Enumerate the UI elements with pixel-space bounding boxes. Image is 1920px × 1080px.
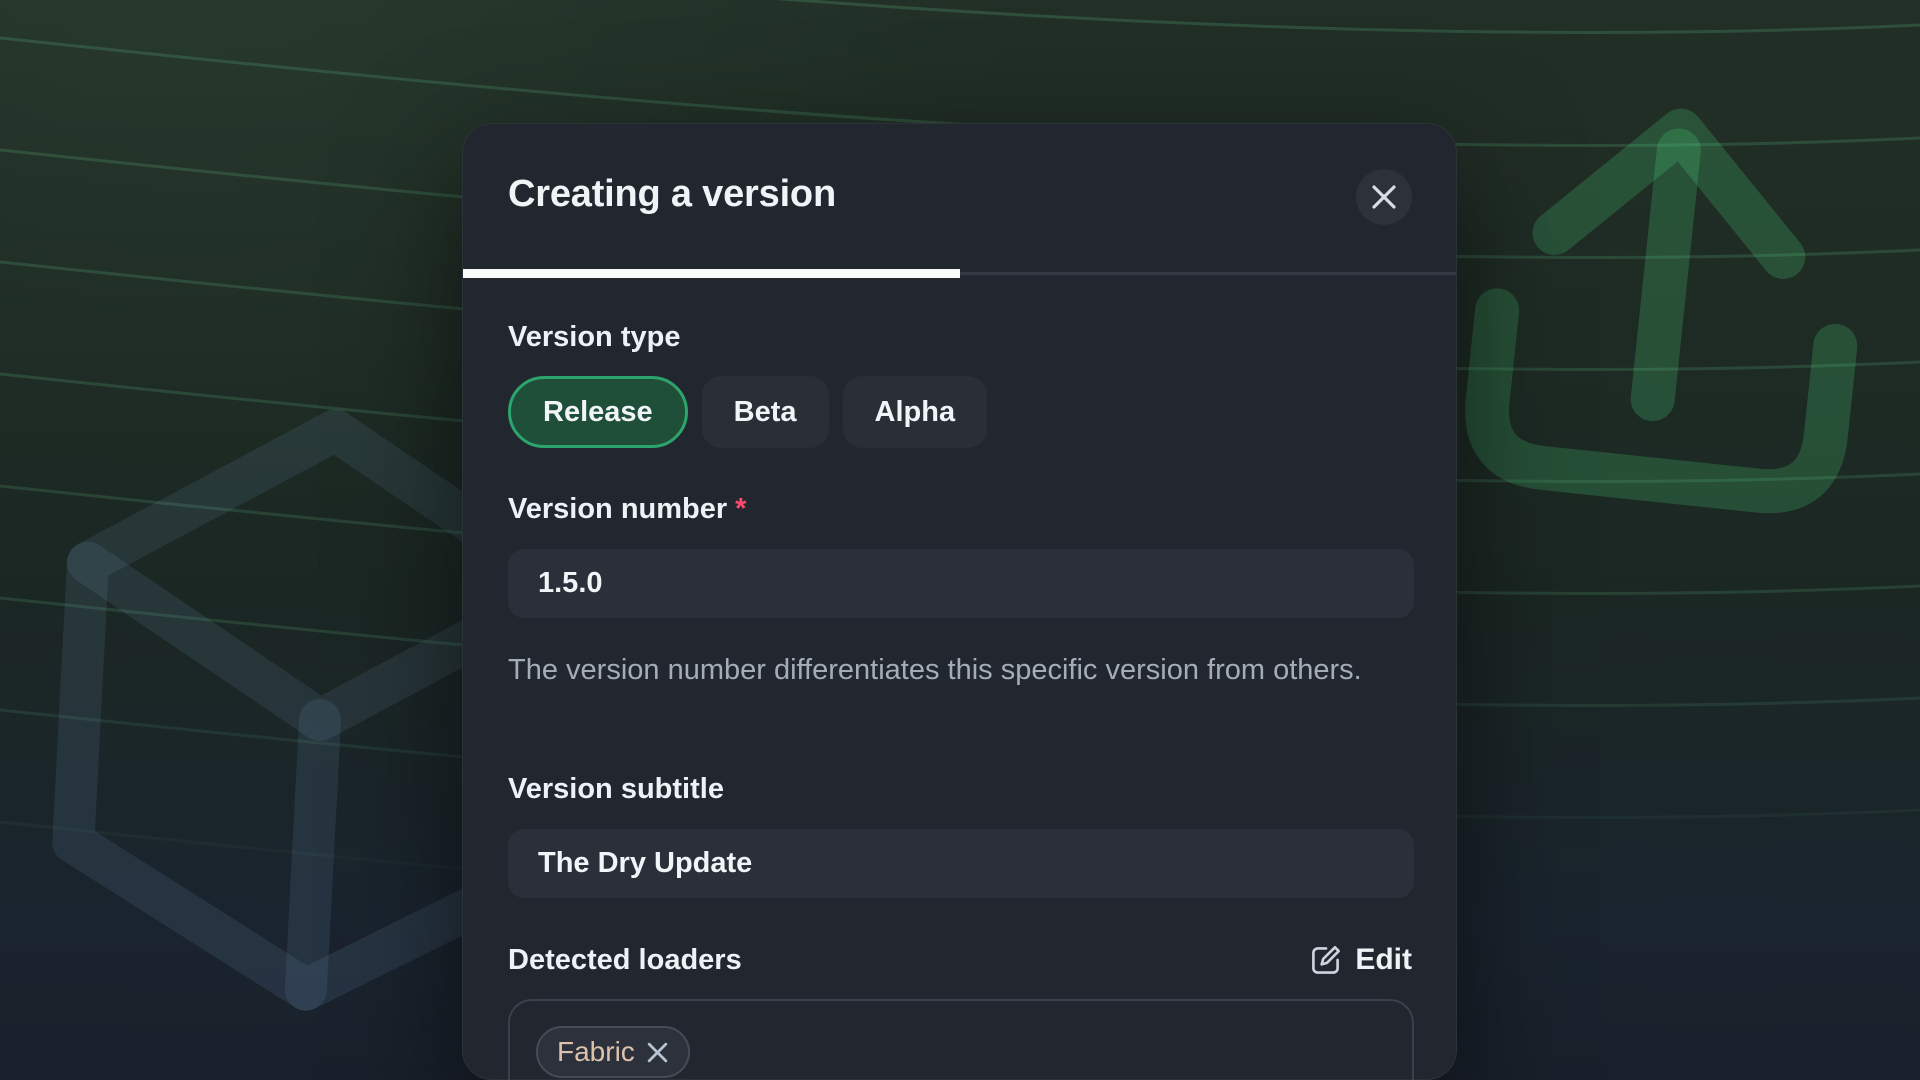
version-subtitle-label: Version subtitle	[508, 773, 724, 806]
version-number-label: Version number*	[508, 493, 746, 526]
modal-title: Creating a version	[508, 173, 836, 216]
required-asterisk: *	[735, 493, 746, 525]
version-type-options: Release Beta Alpha	[508, 376, 987, 448]
chip-remove-icon[interactable]	[646, 1041, 669, 1064]
edit-button-label: Edit	[1355, 943, 1412, 977]
version-number-input[interactable]	[508, 549, 1414, 618]
version-type-beta-button[interactable]: Beta	[702, 376, 829, 448]
close-button[interactable]	[1356, 169, 1412, 225]
loader-chip-fabric[interactable]: Fabric	[536, 1026, 690, 1078]
create-version-modal: Creating a version Version type Release …	[462, 123, 1457, 1080]
close-icon	[1371, 184, 1397, 210]
progress-fill	[463, 269, 960, 278]
version-subtitle-input[interactable]	[508, 829, 1414, 898]
page-background: Creating a version Version type Release …	[0, 0, 1920, 1080]
progress-bar	[463, 269, 1456, 278]
upload-arrow-icon	[1481, 113, 1856, 497]
edit-pencil-icon	[1309, 944, 1342, 977]
version-type-release-button[interactable]: Release	[508, 376, 688, 448]
version-number-help-text: The version number differentiates this s…	[508, 648, 1368, 693]
edit-loaders-button[interactable]: Edit	[1309, 936, 1412, 984]
loader-chip-label: Fabric	[557, 1036, 635, 1068]
detected-loaders-label: Detected loaders	[508, 944, 742, 977]
version-type-alpha-button[interactable]: Alpha	[843, 376, 988, 448]
detected-loaders-box: Fabric	[508, 999, 1414, 1080]
version-type-label: Version type	[508, 321, 680, 354]
